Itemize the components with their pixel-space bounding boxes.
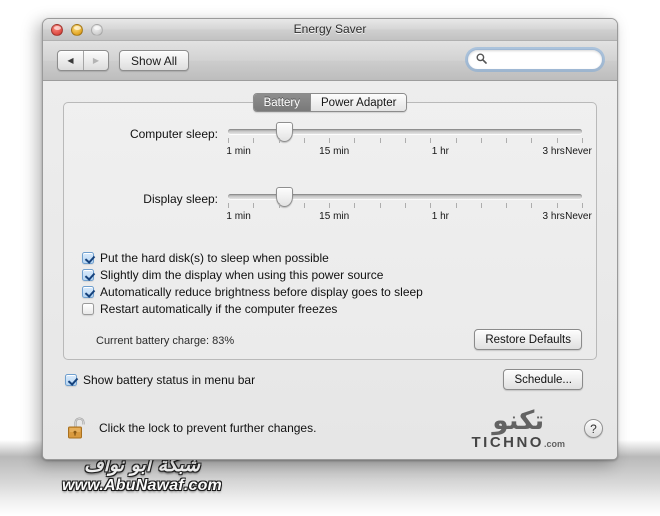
back-button[interactable]: ◀ <box>58 51 83 70</box>
slider-tick <box>430 203 432 208</box>
slider-tick <box>556 203 558 208</box>
search-input[interactable] <box>492 53 594 66</box>
display-sleep-track[interactable] <box>228 187 582 207</box>
slider-tick <box>278 138 280 143</box>
tichno-domain: .com <box>543 439 565 449</box>
settings-group-box: Computer sleep: 1 min 15 min 1 hr 3 hrs Neve… <box>63 102 597 360</box>
slider-tick <box>455 138 457 143</box>
slider-tick <box>430 138 432 143</box>
slider-tick <box>531 203 533 208</box>
display-sleep-tick-labels: 1 min 15 min 1 hr 3 hrs Never <box>226 211 591 224</box>
show-battery-status-checkbox[interactable] <box>65 374 77 386</box>
slider-tick-label: Never <box>565 211 592 222</box>
window-toolbar: ◀ ▶ Show All <box>43 41 617 81</box>
slider-tick <box>379 138 381 143</box>
display-sleep-ticks <box>228 203 583 210</box>
energy-options-checklist: Put the hard disk(s) to sleep when possi… <box>82 251 423 316</box>
slider-tick <box>480 203 482 208</box>
slider-tick <box>480 138 482 143</box>
slider-tick <box>379 203 381 208</box>
checkbox-row[interactable]: Automatically reduce brightness before d… <box>82 285 423 299</box>
computer-sleep-slider[interactable]: 1 min 15 min 1 hr 3 hrs Never <box>226 122 592 159</box>
slider-tick-label: 1 min <box>226 211 251 222</box>
energy-saver-window: Energy Saver ◀ ▶ Show All Battery Power … <box>42 18 618 460</box>
tab-battery[interactable]: Battery <box>253 94 310 111</box>
checkbox-row[interactable]: Restart automatically if the computer fr… <box>82 302 423 316</box>
show-battery-status-label: Show battery status in menu bar <box>83 373 256 387</box>
slider-tick-label: 1 hr <box>431 146 450 157</box>
show-all-button[interactable]: Show All <box>119 50 190 71</box>
unlocked-padlock-icon[interactable] <box>67 415 89 441</box>
slider-tick <box>253 203 255 208</box>
slider-tick <box>228 203 229 208</box>
slider-tick-label: Never <box>565 146 592 157</box>
slider-tick <box>278 203 280 208</box>
computer-sleep-tick-labels: 1 min 15 min 1 hr 3 hrs Never <box>226 146 591 159</box>
navigation-button-group: ◀ ▶ <box>57 50 109 71</box>
checkbox-row[interactable]: Put the hard disk(s) to sleep when possi… <box>82 251 423 265</box>
energy-option-checkbox[interactable] <box>82 269 94 281</box>
checkbox-row[interactable]: Slightly dim the display when using this… <box>82 268 423 282</box>
tichno-latin-text: TICHNO.com <box>471 435 565 450</box>
screenshot-root: شبكة ابو نواف www.AbuNawaf.com Energy Sa… <box>0 0 660 516</box>
schedule-button[interactable]: Schedule... <box>503 369 583 390</box>
slider-tick <box>556 138 558 143</box>
slider-tick-label: 1 min <box>226 146 251 157</box>
energy-option-checkbox[interactable] <box>82 303 94 315</box>
tichno-brand: TICHNO <box>471 434 544 451</box>
computer-sleep-label: Computer sleep: <box>129 127 218 141</box>
slider-tick <box>303 203 305 208</box>
energy-option-label: Put the hard disk(s) to sleep when possi… <box>100 251 329 265</box>
tab-bar: Battery Power Adapter <box>43 93 617 112</box>
preference-pane-content: Battery Power Adapter Computer sleep: 1 … <box>43 81 617 459</box>
search-icon <box>476 51 487 69</box>
slider-tick <box>303 138 305 143</box>
energy-option-checkbox[interactable] <box>82 286 94 298</box>
show-battery-status-row[interactable]: Show battery status in menu bar <box>65 373 255 387</box>
slider-tick <box>228 138 229 143</box>
display-sleep-slider[interactable]: 1 min 15 min 1 hr 3 hrs Never <box>226 187 592 224</box>
abunawaf-watermark: شبكة ابو نواف www.AbuNawaf.com <box>52 456 232 502</box>
slider-tick-label: 3 hrs <box>542 146 565 157</box>
slider-tick <box>405 203 406 208</box>
help-button[interactable]: ? <box>584 419 603 438</box>
slider-tick-label: 15 min <box>319 146 350 157</box>
energy-option-checkbox[interactable] <box>82 252 94 264</box>
computer-sleep-ticks <box>228 138 583 145</box>
slider-tick <box>506 203 508 208</box>
energy-option-label: Slightly dim the display when using this… <box>100 268 384 282</box>
forward-button[interactable]: ▶ <box>83 51 108 70</box>
window-titlebar[interactable]: Energy Saver <box>43 19 617 41</box>
slider-tick <box>506 138 508 143</box>
energy-option-label: Restart automatically if the computer fr… <box>100 302 338 316</box>
tab-power-adapter[interactable]: Power Adapter <box>310 94 407 111</box>
slider-tick <box>329 138 331 143</box>
search-field[interactable] <box>467 49 603 70</box>
restore-defaults-button[interactable]: Restore Defaults <box>474 329 582 350</box>
slider-tick-label: 15 min <box>319 211 350 222</box>
tichno-arabic-text: تكنو <box>492 406 545 436</box>
slider-tick <box>329 203 331 208</box>
abunawaf-url-text: www.AbuNawaf.com <box>62 477 222 494</box>
slider-tick <box>582 203 583 208</box>
slider-tick <box>582 138 583 143</box>
slider-tick <box>354 203 356 208</box>
slider-tick <box>405 138 406 143</box>
slider-tick <box>455 203 457 208</box>
slider-tick-label: 3 hrs <box>542 211 565 222</box>
lock-row[interactable]: Click the lock to prevent further change… <box>67 415 316 441</box>
battery-charge-status: Current battery charge: 83% <box>96 335 235 347</box>
slider-tick-label: 1 hr <box>431 211 450 222</box>
computer-sleep-track[interactable] <box>228 122 582 142</box>
slider-tick <box>531 138 533 143</box>
tichno-watermark: تكنو TICHNO.com <box>471 408 565 450</box>
energy-option-label: Automatically reduce brightness before d… <box>100 285 423 299</box>
lock-instruction-text: Click the lock to prevent further change… <box>99 421 317 435</box>
slider-tick <box>253 138 255 143</box>
slider-tick <box>354 138 356 143</box>
display-sleep-label: Display sleep: <box>143 192 218 206</box>
window-title: Energy Saver <box>293 22 367 36</box>
